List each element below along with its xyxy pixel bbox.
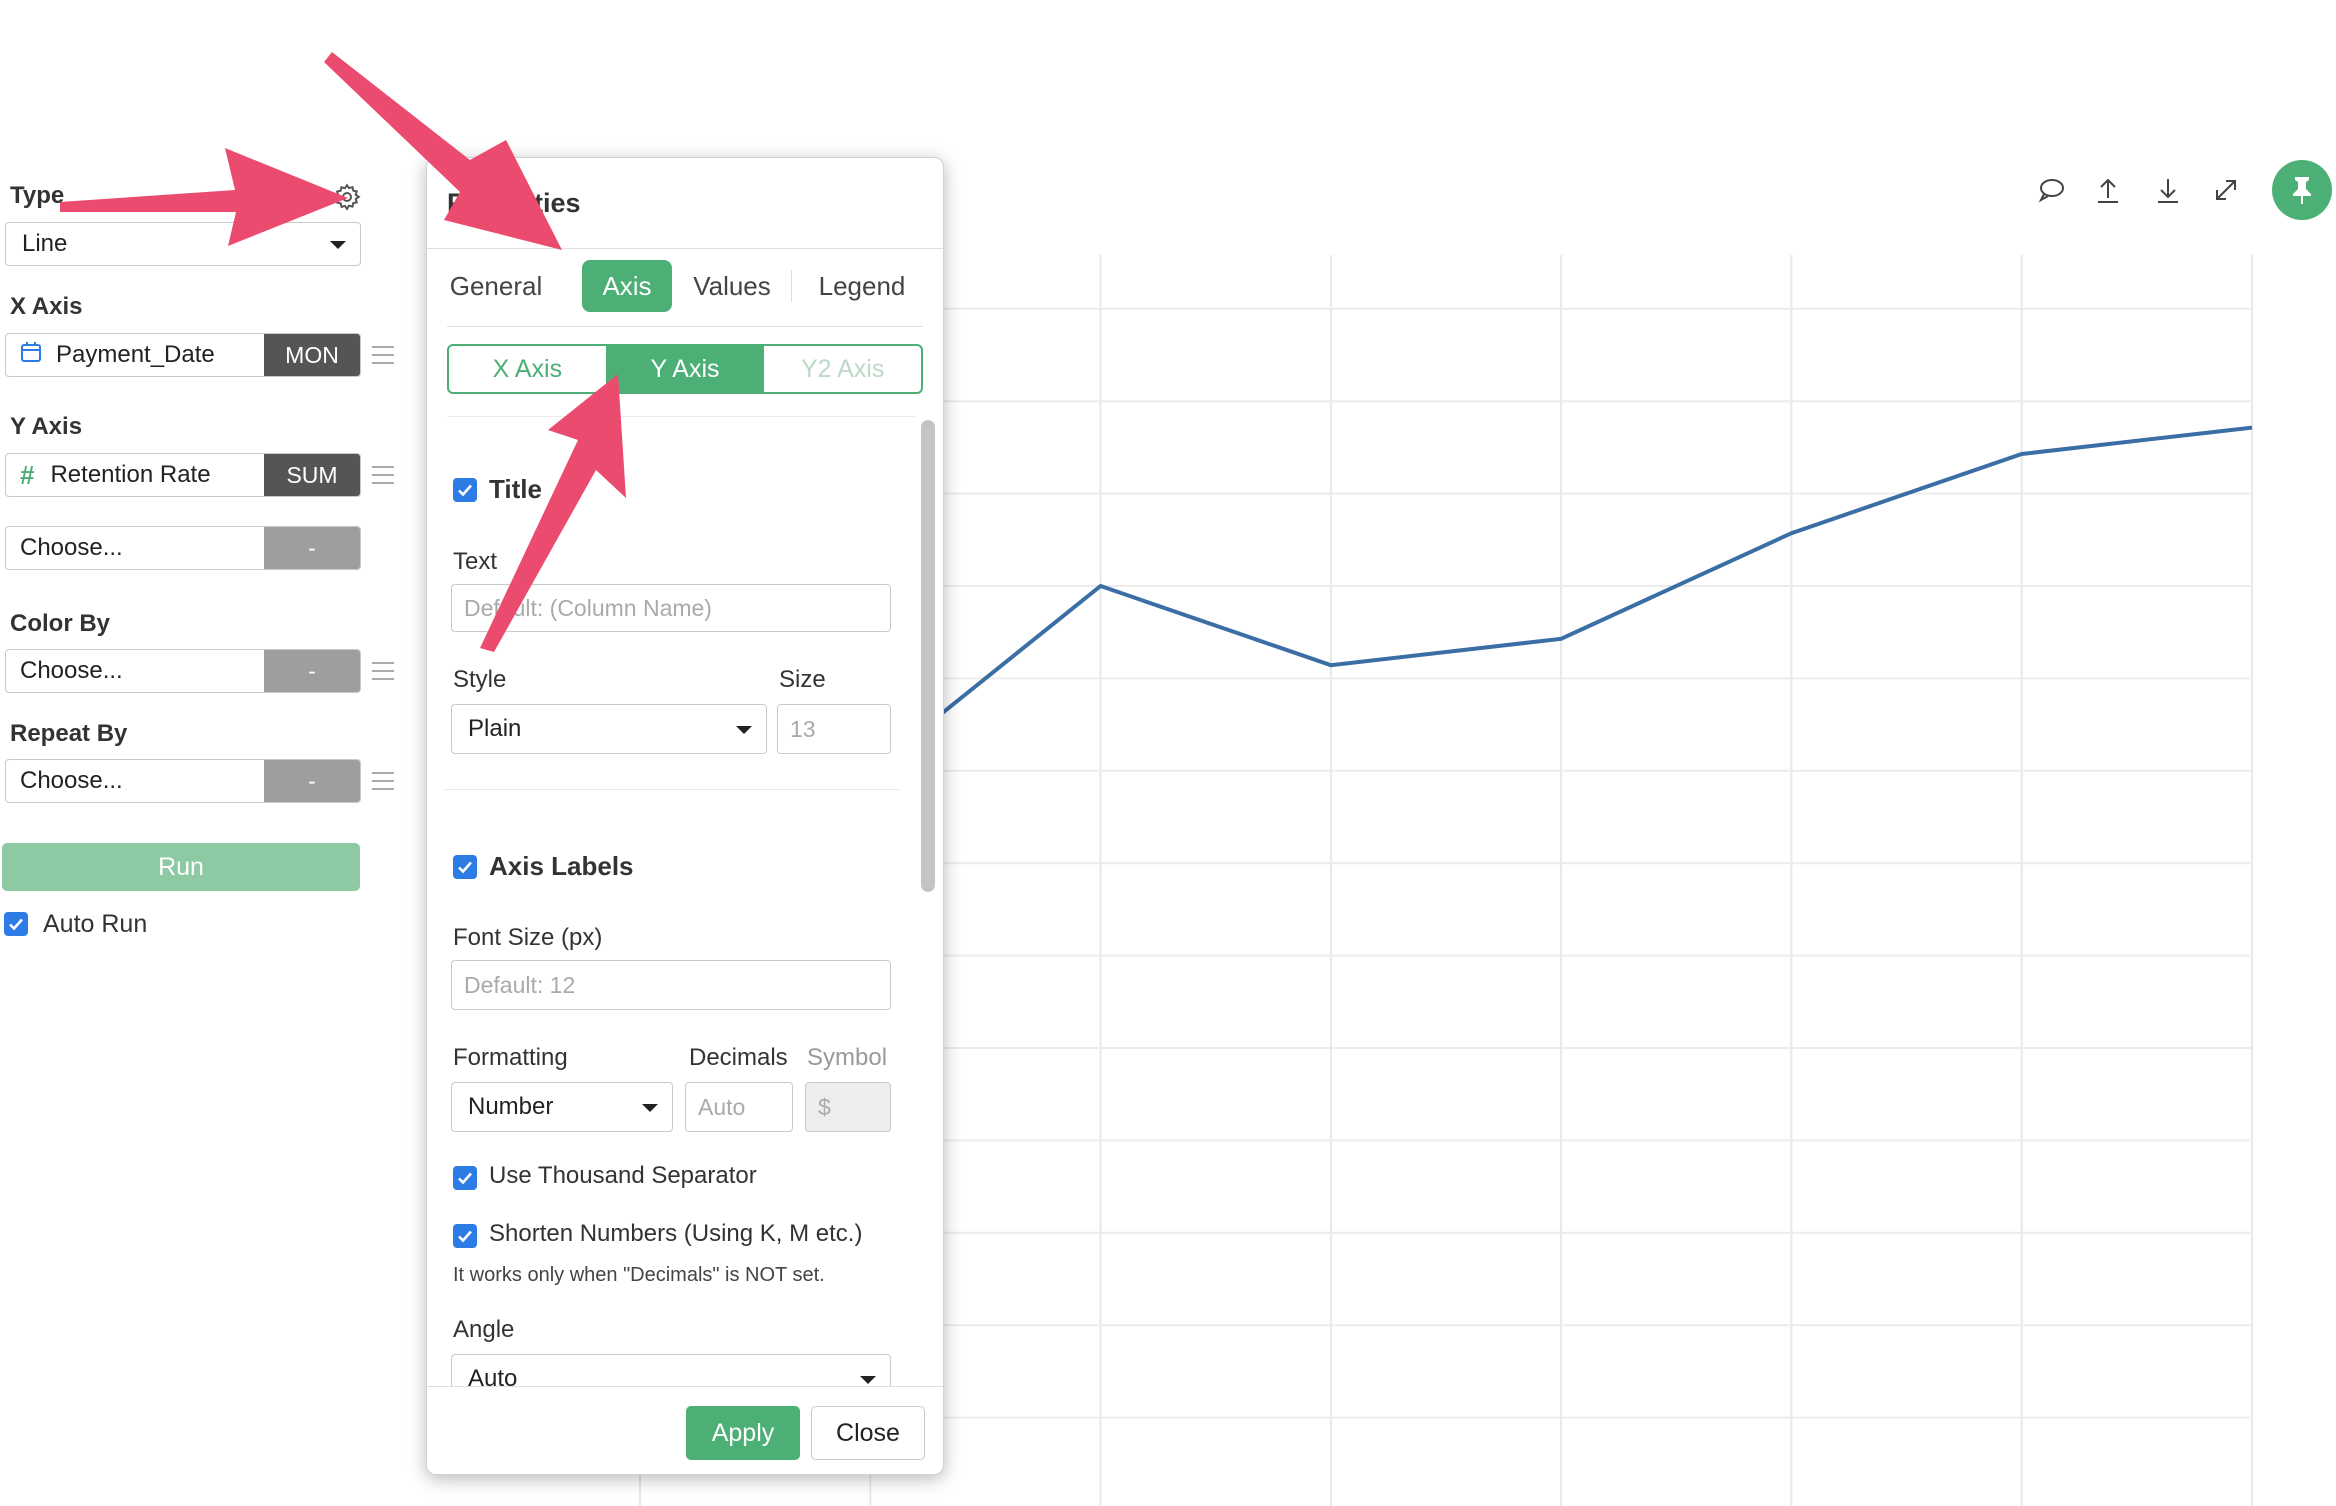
x-axis-field-name: Payment_Date (56, 341, 215, 368)
download-icon[interactable] (2150, 172, 2186, 208)
x-axis-label: X Axis (10, 293, 83, 320)
x-axis-aggregation[interactable]: MON (264, 334, 360, 376)
tab-general[interactable]: General (447, 260, 545, 312)
auto-run-label: Auto Run (43, 910, 148, 938)
repeat-by-field[interactable]: Choose... - (5, 759, 361, 803)
angle-value: Auto (468, 1365, 518, 1386)
text-label: Text (453, 548, 498, 575)
repeat-by-value: Choose... (20, 767, 123, 794)
angle-label: Angle (453, 1316, 515, 1343)
divider (447, 326, 923, 327)
decimals-label: Decimals (689, 1044, 788, 1071)
symbol-input[interactable]: $ (805, 1082, 891, 1132)
chart-type-value: Line (22, 230, 68, 257)
axis-labels-section-label: Axis Labels (489, 851, 634, 881)
formatting-value: Number (468, 1093, 554, 1120)
y-axis-aggregation[interactable]: SUM (264, 454, 360, 496)
formatting-label: Formatting (453, 1044, 568, 1071)
color-by-field[interactable]: Choose... - (5, 649, 361, 693)
x-axis-field[interactable]: Payment_Date MON (5, 333, 361, 377)
tab-axis[interactable]: Axis (582, 260, 672, 312)
tab-y-axis[interactable]: Y Axis (605, 346, 764, 392)
tab-values[interactable]: Values (683, 260, 781, 312)
font-size-input[interactable]: Default: 12 (451, 960, 891, 1010)
divider (445, 789, 899, 790)
symbol-label: Symbol (807, 1044, 888, 1071)
y-axis-extra-value: Choose... (20, 534, 123, 561)
menu-icon[interactable] (372, 466, 394, 490)
chevron-down-icon (736, 726, 752, 734)
shorten-numbers-label: Shorten Numbers (Using K, M etc.) (489, 1220, 863, 1247)
style-value: Plain (468, 715, 522, 742)
dialog-title: Properties (447, 188, 581, 218)
y-axis-field[interactable]: # Retention Rate SUM (5, 453, 361, 497)
y-axis-extra-aggregation[interactable]: - (264, 527, 360, 569)
y-axis-extra-field[interactable]: Choose... - (5, 526, 361, 570)
y-axis-label: Y Axis (10, 413, 83, 440)
title-section-label: Title (489, 474, 542, 504)
size-input[interactable]: 13 (777, 704, 891, 754)
chart-type-select[interactable]: Line (5, 222, 361, 266)
title-checkbox[interactable] (453, 478, 477, 502)
chevron-down-icon (860, 1376, 876, 1384)
comment-icon[interactable] (2034, 172, 2070, 208)
close-button[interactable]: Close (811, 1406, 925, 1460)
upload-icon[interactable] (2090, 172, 2126, 208)
size-label: Size (779, 666, 826, 693)
type-label: Type (10, 182, 65, 209)
divider (427, 248, 943, 249)
color-by-aggregation[interactable]: - (264, 650, 360, 692)
repeat-by-aggregation[interactable]: - (264, 760, 360, 802)
shorten-numbers-checkbox[interactable] (453, 1224, 477, 1248)
divider (791, 270, 792, 302)
color-by-label: Color By (10, 610, 111, 637)
properties-dialog: Properties General Axis Values Legend X … (426, 157, 944, 1475)
run-button[interactable]: Run (2, 843, 360, 891)
axis-labels-checkbox[interactable] (453, 855, 477, 879)
chevron-down-icon (330, 241, 346, 249)
expand-icon[interactable] (2208, 172, 2244, 208)
style-label: Style (453, 666, 507, 693)
tab-y2-axis[interactable]: Y2 Axis (763, 346, 921, 392)
style-select[interactable]: Plain (451, 704, 767, 754)
thousand-separator-label: Use Thousand Separator (489, 1162, 757, 1189)
menu-icon[interactable] (372, 662, 394, 686)
pin-icon[interactable] (2272, 160, 2332, 220)
tab-x-axis[interactable]: X Axis (449, 346, 606, 392)
axis-settings: Title Text Default: (Column Name) Style … (427, 416, 927, 1386)
decimals-input[interactable]: Auto (685, 1082, 793, 1132)
tab-legend[interactable]: Legend (807, 260, 917, 312)
divider (427, 1386, 943, 1387)
repeat-by-label: Repeat By (10, 720, 128, 747)
formatting-select[interactable]: Number (451, 1082, 673, 1132)
gear-icon[interactable] (332, 182, 362, 212)
angle-select[interactable]: Auto (451, 1354, 891, 1386)
y-axis-field-name: Retention Rate (50, 461, 211, 488)
auto-run-checkbox[interactable] (4, 912, 28, 936)
apply-button[interactable]: Apply (686, 1406, 800, 1460)
font-size-label: Font Size (px) (453, 924, 603, 951)
shorten-numbers-hint: It works only when "Decimals" is NOT set… (453, 1264, 825, 1286)
calendar-icon (20, 341, 42, 370)
menu-icon[interactable] (372, 346, 394, 370)
thousand-separator-checkbox[interactable] (453, 1166, 477, 1190)
axis-selector: X Axis Y Axis Y2 Axis (447, 344, 923, 394)
hash-icon: # (20, 459, 35, 490)
title-text-input[interactable]: Default: (Column Name) (451, 584, 891, 632)
chevron-down-icon (642, 1104, 658, 1112)
menu-icon[interactable] (372, 772, 394, 796)
color-by-value: Choose... (20, 657, 123, 684)
